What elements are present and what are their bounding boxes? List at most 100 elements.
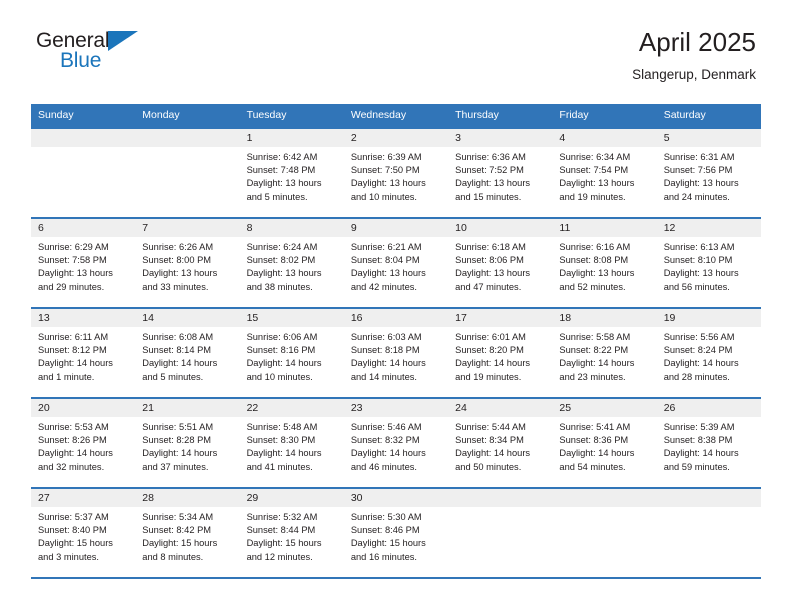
day-details: Sunrise: 6:39 AM Sunset: 7:50 PM Daylight:… xyxy=(344,147,448,204)
sunrise-text: Sunrise: 6:03 AM xyxy=(350,332,422,342)
calendar-cell-day[interactable]: 16 Sunrise: 6:03 AM Sunset: 8:18 PM Dayligh… xyxy=(343,307,449,398)
calendar-cell-day[interactable]: 24 Sunrise: 5:44 AM Sunset: 8:34 PM Dayligh… xyxy=(448,397,553,488)
day-number: 22 xyxy=(239,399,344,417)
calendar-cell-day[interactable]: 1 Sunrise: 6:42 AM Sunset: 7:48 PM Daylight… xyxy=(239,127,344,218)
daylight-text: Daylight: 15 hours and 16 minutes. xyxy=(350,538,426,562)
calendar-cell-day[interactable]: 23 Sunrise: 5:46 AM Sunset: 8:32 PM Dayligh… xyxy=(343,397,449,488)
sunset-text: Sunset: 8:00 PM xyxy=(142,255,212,266)
sunset-text: Sunset: 7:50 PM xyxy=(350,165,420,176)
general-blue-logo[interactable]: General Blue xyxy=(36,26,156,78)
day-number: 3 xyxy=(448,129,553,147)
sunset-text: Sunset: 7:48 PM xyxy=(246,165,316,176)
day-number: 27 xyxy=(31,489,136,507)
sunrise-text: Sunrise: 6:39 AM xyxy=(350,152,422,162)
calendar-cell-day[interactable]: 19 Sunrise: 5:56 AM Sunset: 8:24 PM Dayligh… xyxy=(656,307,761,398)
daylight-text: Daylight: 13 hours and 47 minutes. xyxy=(455,268,531,292)
day-number: 5 xyxy=(656,129,761,147)
day-details: Sunrise: 5:53 AM Sunset: 8:26 PM Daylight:… xyxy=(31,417,135,474)
sunset-text: Sunset: 7:58 PM xyxy=(38,255,107,266)
sunset-text: Sunset: 8:40 PM xyxy=(38,525,107,536)
day-number: 6 xyxy=(31,219,136,237)
day-number xyxy=(135,129,240,147)
weekday-header-row: Sunday Monday Tuesday Wednesday Thursday Frid… xyxy=(31,104,761,128)
sunset-text: Sunset: 8:02 PM xyxy=(246,255,316,266)
sunset-text: Sunset: 8:16 PM xyxy=(246,345,316,356)
calendar-cell-day[interactable]: 17 Sunrise: 6:01 AM Sunset: 8:20 PM Dayligh… xyxy=(448,307,553,398)
day-number: 13 xyxy=(31,309,136,327)
day-number: 28 xyxy=(135,489,240,507)
day-number xyxy=(31,129,136,147)
calendar-cell-day[interactable]: 11 Sunrise: 6:16 AM Sunset: 8:08 PM Dayligh… xyxy=(552,217,657,308)
day-number: 23 xyxy=(343,399,449,417)
calendar-cell-day[interactable]: 30 Sunrise: 5:30 AM Sunset: 8:46 PM Dayligh… xyxy=(343,487,449,579)
sunrise-text: Sunrise: 6:24 AM xyxy=(246,242,318,252)
sunrise-text: Sunrise: 6:21 AM xyxy=(350,242,422,252)
calendar-week-row: 13 Sunrise: 6:11 AM Sunset: 8:12 PM Dayligh… xyxy=(31,307,761,398)
day-details: Sunrise: 5:58 AM Sunset: 8:22 PM Daylight:… xyxy=(552,327,656,384)
day-number: 14 xyxy=(135,309,240,327)
day-number: 20 xyxy=(31,399,136,417)
calendar-cell-day[interactable]: 3 Sunrise: 6:36 AM Sunset: 7:52 PM Daylight… xyxy=(448,127,553,218)
calendar-cell-day[interactable]: 6 Sunrise: 6:29 AM Sunset: 7:58 PM Daylight… xyxy=(31,217,136,308)
day-details: Sunrise: 6:08 AM Sunset: 8:14 PM Daylight:… xyxy=(135,327,239,384)
calendar-cell-day[interactable]: 14 Sunrise: 6:08 AM Sunset: 8:14 PM Dayligh… xyxy=(135,307,240,398)
day-details: Sunrise: 6:34 AM Sunset: 7:54 PM Daylight:… xyxy=(552,147,656,204)
sunset-text: Sunset: 8:38 PM xyxy=(663,435,733,446)
sunrise-text: Sunrise: 6:34 AM xyxy=(559,152,631,162)
calendar-cell-day[interactable]: 12 Sunrise: 6:13 AM Sunset: 8:10 PM Dayligh… xyxy=(656,217,761,308)
calendar-cell-day[interactable]: 5 Sunrise: 6:31 AM Sunset: 7:56 PM Daylight… xyxy=(656,127,761,218)
day-details: Sunrise: 6:03 AM Sunset: 8:18 PM Daylight:… xyxy=(344,327,448,384)
sunset-text: Sunset: 8:18 PM xyxy=(350,345,420,356)
page-title: April 2025 xyxy=(638,27,756,57)
sunset-text: Sunset: 8:34 PM xyxy=(455,435,524,446)
day-details: Sunrise: 6:36 AM Sunset: 7:52 PM Daylight:… xyxy=(448,147,552,204)
calendar-cell-day[interactable]: 29 Sunrise: 5:32 AM Sunset: 8:44 PM Dayligh… xyxy=(239,487,344,579)
day-number: 10 xyxy=(448,219,553,237)
weekday-header-monday: Monday xyxy=(135,104,240,128)
calendar-cell-day[interactable]: 20 Sunrise: 5:53 AM Sunset: 8:26 PM Dayligh… xyxy=(31,397,136,488)
daylight-text: Daylight: 13 hours and 15 minutes. xyxy=(455,178,531,202)
day-details: Sunrise: 5:32 AM Sunset: 8:44 PM Daylight:… xyxy=(240,507,344,564)
sunrise-text: Sunrise: 5:30 AM xyxy=(350,512,422,522)
page-header: General Blue April 2025 Slangerup, Denma… xyxy=(0,26,792,98)
calendar-cell-day[interactable]: 13 Sunrise: 6:11 AM Sunset: 8:12 PM Dayligh… xyxy=(31,307,136,398)
calendar-cell-day[interactable]: 18 Sunrise: 5:58 AM Sunset: 8:22 PM Dayligh… xyxy=(552,307,657,398)
calendar-cell-day[interactable]: 21 Sunrise: 5:51 AM Sunset: 8:28 PM Dayligh… xyxy=(135,397,240,488)
sunrise-text: Sunrise: 6:29 AM xyxy=(38,242,109,252)
daylight-text: Daylight: 14 hours and 59 minutes. xyxy=(663,448,739,472)
sunrise-text: Sunrise: 5:46 AM xyxy=(350,422,422,432)
calendar-cell-day[interactable]: 4 Sunrise: 6:34 AM Sunset: 7:54 PM Daylight… xyxy=(552,127,657,218)
daylight-text: Daylight: 13 hours and 33 minutes. xyxy=(142,268,218,292)
sunset-text: Sunset: 7:54 PM xyxy=(559,165,629,176)
sunset-text: Sunset: 8:14 PM xyxy=(142,345,212,356)
calendar-cell-day[interactable]: 7 Sunrise: 6:26 AM Sunset: 8:00 PM Daylight… xyxy=(135,217,240,308)
calendar-cell-day[interactable]: 9 Sunrise: 6:21 AM Sunset: 8:04 PM Daylight… xyxy=(343,217,449,308)
daylight-text: Daylight: 13 hours and 5 minutes. xyxy=(246,178,322,202)
day-details: Sunrise: 6:18 AM Sunset: 8:06 PM Daylight:… xyxy=(448,237,552,294)
calendar-cell-day[interactable]: 10 Sunrise: 6:18 AM Sunset: 8:06 PM Dayligh… xyxy=(448,217,553,308)
calendar-cell-empty xyxy=(552,487,657,579)
daylight-text: Daylight: 13 hours and 29 minutes. xyxy=(38,268,113,292)
calendar-cell-day[interactable]: 22 Sunrise: 5:48 AM Sunset: 8:30 PM Dayligh… xyxy=(239,397,344,488)
sunrise-text: Sunrise: 5:37 AM xyxy=(38,512,109,522)
sunset-text: Sunset: 8:44 PM xyxy=(246,525,316,536)
day-number: 21 xyxy=(135,399,240,417)
sunset-text: Sunset: 8:30 PM xyxy=(246,435,316,446)
calendar-cell-day[interactable]: 28 Sunrise: 5:34 AM Sunset: 8:42 PM Dayligh… xyxy=(135,487,240,579)
calendar-cell-day[interactable]: 8 Sunrise: 6:24 AM Sunset: 8:02 PM Daylight… xyxy=(239,217,344,308)
weekday-header-thursday: Thursday xyxy=(448,104,553,128)
calendar-cell-day[interactable]: 25 Sunrise: 5:41 AM Sunset: 8:36 PM Dayligh… xyxy=(552,397,657,488)
day-details: Sunrise: 5:46 AM Sunset: 8:32 PM Daylight:… xyxy=(344,417,448,474)
day-details: Sunrise: 6:31 AM Sunset: 7:56 PM Daylight:… xyxy=(657,147,761,204)
sunrise-text: Sunrise: 6:18 AM xyxy=(455,242,526,252)
calendar-cell-day[interactable]: 15 Sunrise: 6:06 AM Sunset: 8:16 PM Dayligh… xyxy=(239,307,344,398)
calendar-cell-day[interactable]: 27 Sunrise: 5:37 AM Sunset: 8:40 PM Dayligh… xyxy=(31,487,136,579)
page-subtitle: Slangerup, Denmark xyxy=(632,67,756,82)
day-number xyxy=(656,489,761,507)
calendar-week-row: 27 Sunrise: 5:37 AM Sunset: 8:40 PM Dayligh… xyxy=(31,487,761,579)
calendar-cell-day[interactable]: 2 Sunrise: 6:39 AM Sunset: 7:50 PM Daylight… xyxy=(343,127,449,218)
weekday-header-tuesday: Tuesday xyxy=(239,104,344,128)
calendar-cell-empty xyxy=(448,487,553,579)
daylight-text: Daylight: 13 hours and 10 minutes. xyxy=(350,178,426,202)
calendar-cell-day[interactable]: 26 Sunrise: 5:39 AM Sunset: 8:38 PM Dayligh… xyxy=(656,397,761,488)
